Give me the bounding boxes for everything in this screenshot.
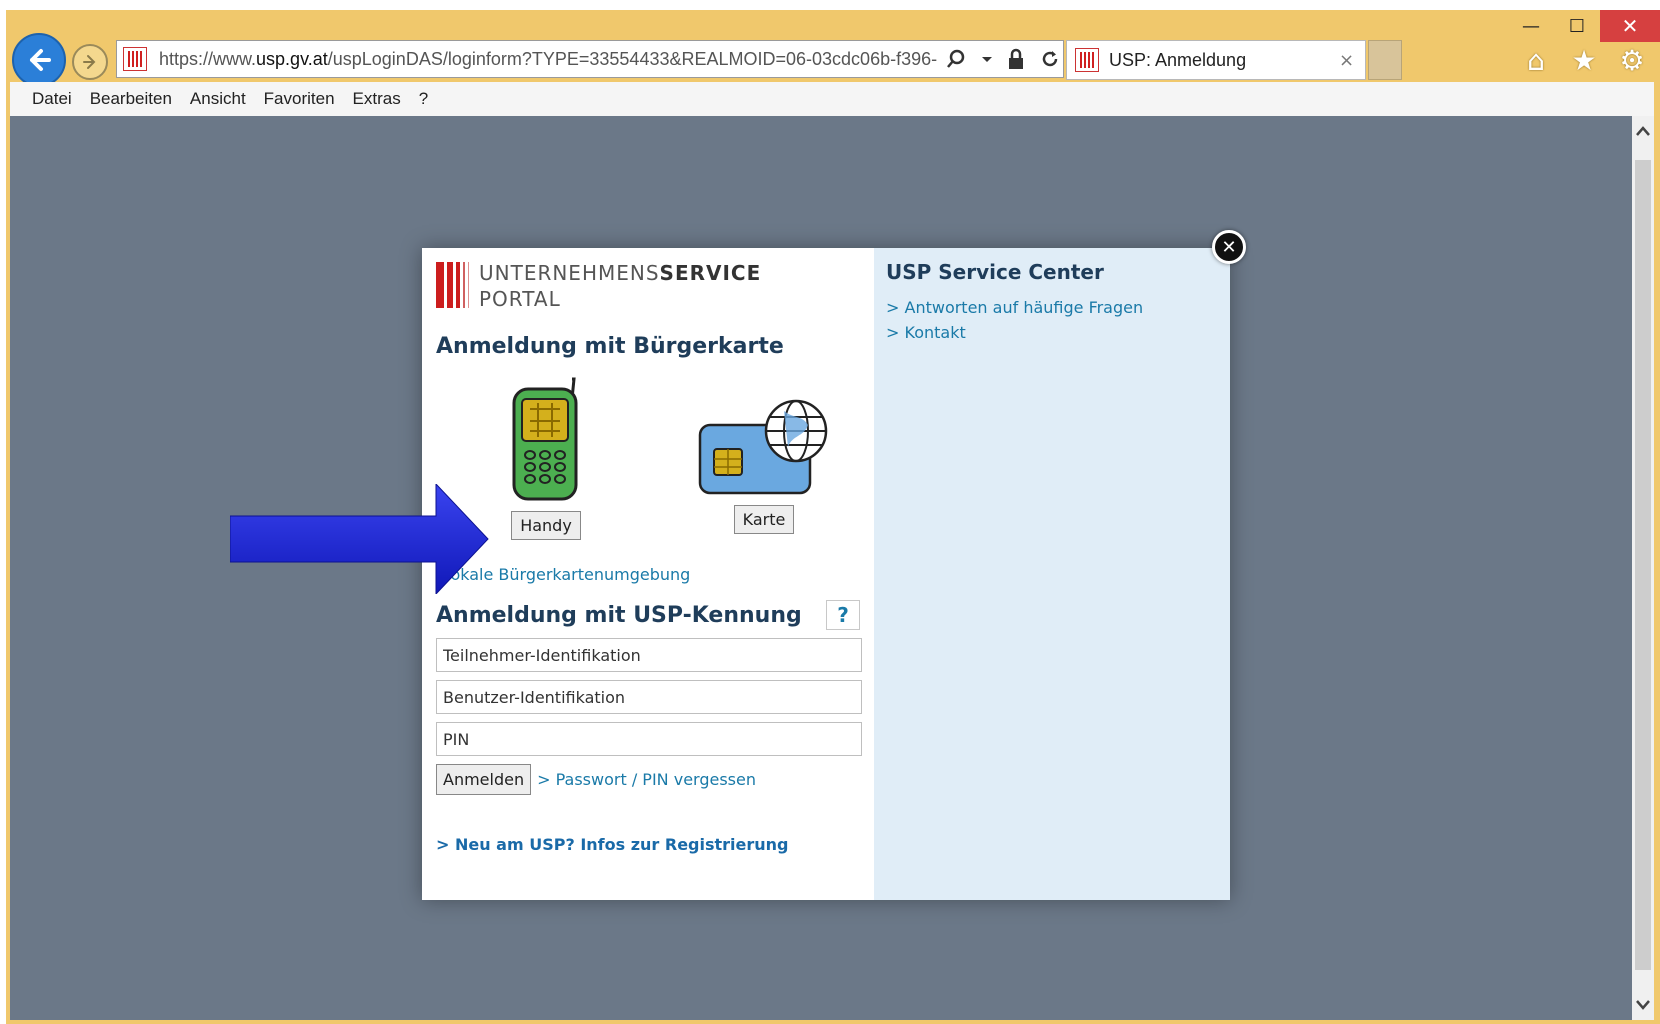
maximize-button[interactable]: ☐ — [1554, 10, 1600, 42]
service-center-links: > Antworten auf häufige Fragen > Kontakt — [886, 298, 1218, 342]
usp-logo-text: UNTERNEHMENSSERVICE PORTAL — [479, 260, 761, 312]
tab-close-icon[interactable]: × — [1339, 50, 1354, 71]
minimize-button[interactable]: — — [1508, 10, 1554, 42]
gear-icon[interactable]: ⚙ — [1616, 44, 1648, 77]
buergerkarte-heading: Anmeldung mit Bürgerkarte — [436, 334, 784, 359]
url-path: /uspLoginDAS/loginform?TYPE=33554433&REA… — [327, 48, 938, 69]
login-row: Anmelden > Passwort / PIN vergessen — [436, 764, 860, 795]
faq-link[interactable]: > Antworten auf häufige Fragen — [886, 298, 1218, 317]
new-tab-button[interactable] — [1368, 40, 1402, 80]
handy-option: Handy — [506, 375, 586, 540]
buergerkarte-options: Handy Karte — [436, 359, 860, 555]
forward-button[interactable] — [72, 44, 108, 80]
logo-text-bold: SERVICE — [659, 261, 762, 285]
vertical-scrollbar[interactable] — [1632, 116, 1654, 1020]
logo-text-light: UNTERNEHMENS — [479, 261, 660, 285]
menu-item-datei[interactable]: Datei — [32, 89, 72, 109]
lock-icon[interactable] — [1007, 48, 1025, 70]
scroll-thumb[interactable] — [1635, 160, 1651, 970]
service-center-title: USP Service Center — [886, 260, 1104, 284]
handy-button[interactable]: Handy — [511, 511, 581, 540]
anmelden-button[interactable]: Anmelden — [436, 764, 532, 795]
usp-kennung-header: Anmeldung mit USP-Kennung ? — [436, 600, 860, 630]
registration-link[interactable]: > Neu am USP? Infos zur Registrierung — [436, 835, 860, 854]
menu-bar: Datei Bearbeiten Ansicht Favoriten Extra… — [10, 82, 1654, 116]
url-field[interactable]: https://www.usp.gv.at/uspLoginDAS/loginf… — [159, 49, 939, 70]
arrow-right-icon — [83, 55, 96, 69]
browser-tab[interactable]: USP: Anmeldung × — [1066, 40, 1366, 80]
usp-logo: UNTERNEHMENSSERVICE PORTAL — [436, 260, 860, 312]
address-icons — [945, 48, 1061, 70]
address-bar[interactable]: https://www.usp.gv.at/uspLoginDAS/loginf… — [116, 40, 1064, 78]
help-button[interactable]: ? — [826, 600, 860, 630]
benutzer-id-input[interactable] — [436, 680, 862, 714]
lokale-buergerkarte-link[interactable]: lokale Bürgerkartenumgebung — [436, 565, 860, 584]
tab-title: USP: Anmeldung — [1109, 49, 1247, 70]
search-icon[interactable] — [945, 48, 967, 70]
menu-item-ansicht[interactable]: Ansicht — [190, 89, 246, 109]
usp-kennung-heading: Anmeldung mit USP-Kennung — [436, 602, 802, 628]
arrow-left-icon — [30, 49, 51, 71]
chip-card-globe-icon[interactable] — [694, 399, 834, 497]
kontakt-link[interactable]: > Kontakt — [886, 323, 1218, 342]
menu-item-extras[interactable]: Extras — [353, 89, 401, 109]
usp-logo-bars — [436, 260, 469, 308]
scroll-up-icon[interactable] — [1632, 116, 1654, 146]
pin-input[interactable] — [436, 722, 862, 756]
karte-option: Karte — [694, 399, 834, 534]
logo-text-portal: PORTAL — [479, 287, 561, 311]
url-prefix: https://www. — [159, 48, 257, 69]
karte-button[interactable]: Karte — [733, 505, 795, 534]
chevron-down-icon[interactable] — [981, 48, 993, 70]
mobile-phone-icon[interactable] — [506, 375, 586, 503]
refresh-icon[interactable] — [1039, 48, 1061, 70]
forgot-password-link[interactable]: > Passwort / PIN vergessen — [537, 770, 756, 789]
back-button[interactable] — [12, 33, 66, 87]
menu-item-help[interactable]: ? — [419, 89, 428, 109]
site-favicon-icon — [123, 47, 147, 71]
service-center-panel: USP Service Center > Antworten auf häufi… — [874, 248, 1230, 900]
scroll-down-icon[interactable] — [1632, 990, 1654, 1020]
menu-item-favoriten[interactable]: Favoriten — [264, 89, 335, 109]
login-dialog: UNTERNEHMENSSERVICE PORTAL Anmeldung mit… — [422, 248, 1230, 900]
favorites-star-icon[interactable]: ★ — [1568, 44, 1600, 77]
window-controls: — ☐ ✕ — [1508, 10, 1660, 42]
url-domain: usp.gv.at — [256, 48, 328, 69]
teilnehmer-id-input[interactable] — [436, 638, 862, 672]
home-icon[interactable]: ⌂ — [1520, 44, 1552, 77]
menu-item-bearbeiten[interactable]: Bearbeiten — [90, 89, 172, 109]
browser-tools: ⌂ ★ ⚙ — [1520, 44, 1648, 77]
tab-favicon-icon — [1075, 48, 1099, 72]
dialog-close-icon[interactable]: ✕ — [1212, 230, 1246, 264]
blue-arrow-pointer-icon — [230, 484, 489, 594]
close-window-button[interactable]: ✕ — [1600, 10, 1660, 42]
